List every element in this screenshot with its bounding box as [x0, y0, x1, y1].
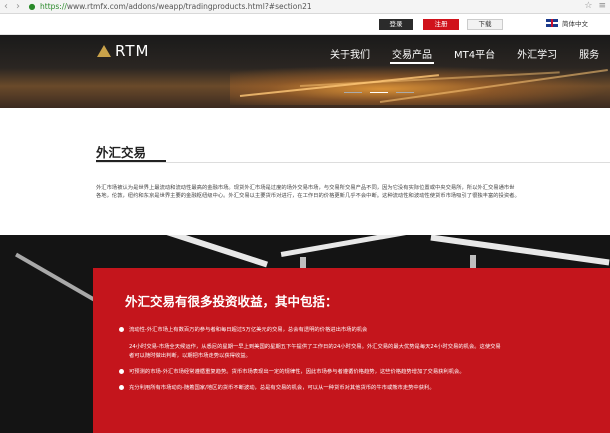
benefit-predictable-market: 可预测的市场-外汇市场经常遵循重复趋势。货币市场表现出一定的规律性，因此市场参与…: [129, 369, 465, 375]
bullet-icon: [119, 385, 124, 390]
nav-item-forex-learning[interactable]: 外汇学习: [517, 46, 557, 61]
benefit-market-moves: 充分利用所有市场动向-随着国家/地区的货币不断波动，总是有交易的机会，可以从一种…: [129, 385, 435, 391]
language-label: 简体中文: [562, 20, 588, 28]
intro-paragraph: 外汇市场被认为是世界上最流动和流动性最高的金融市场。现货外汇市场是过度的场外交易…: [96, 185, 520, 199]
url-field[interactable]: https://www.rtmfx.com/addons/weapp/tradi…: [40, 2, 312, 11]
slider-dot[interactable]: [396, 92, 414, 93]
nav-item-mt4-platform[interactable]: MT4平台: [454, 46, 495, 61]
register-button[interactable]: 注册: [423, 19, 459, 30]
logo-text: RTM: [115, 42, 150, 60]
bookmark-star-icon[interactable]: ☆: [584, 1, 592, 11]
page-title: 外汇交易: [96, 145, 147, 160]
panel-title: 外汇交易有很多投资收益，其中包括：: [125, 294, 338, 309]
forward-icon[interactable]: ›: [12, 1, 24, 13]
site-logo[interactable]: RTM: [97, 42, 149, 60]
menu-icon[interactable]: ≡: [598, 1, 606, 11]
uk-flag-icon: [546, 19, 558, 27]
divider: [96, 162, 610, 163]
logo-triangle-icon: [97, 45, 111, 57]
login-button[interactable]: 登录: [379, 19, 413, 30]
benefit-24h-trading: 24小时交易-市场全天候运作，从悉尼的星期一早上到美国的星期五下午提供了工作日的…: [129, 344, 501, 350]
language-selector[interactable]: 简体中文: [546, 18, 588, 28]
main-nav: 关于我们 交易产品 MT4平台 外汇学习 服务: [330, 46, 610, 64]
utility-bar: 登录 注册 下载 简体中文: [0, 14, 610, 35]
slider-dot[interactable]: [344, 92, 362, 93]
benefits-panel: 外汇交易有很多投资收益，其中包括： 流动性-外汇市场上有数百万的参与者和每日超过…: [93, 268, 610, 433]
slider-dot-active[interactable]: [370, 92, 388, 93]
back-icon[interactable]: ‹: [0, 1, 12, 13]
browser-address-bar: ‹ › ● https://www.rtmfx.com/addons/weapp…: [0, 0, 610, 14]
lock-icon: ●: [28, 2, 36, 11]
nav-item-services[interactable]: 服务: [579, 46, 599, 61]
main-content: 外汇交易 外汇市场被认为是世界上最流动和流动性最高的金融市场。现货外汇市场是过度…: [0, 108, 610, 235]
benefit-liquidity: 流动性-外汇市场上有数百万的参与者和每日超过5万亿美元的交易，总会有透明的价格进…: [129, 327, 368, 333]
nav-item-about[interactable]: 关于我们: [330, 46, 370, 61]
hero-banner: RTM 关于我们 交易产品 MT4平台 外汇学习 服务: [0, 35, 610, 108]
slider-indicators: [344, 92, 414, 93]
nav-item-trading-products[interactable]: 交易产品: [390, 46, 434, 64]
download-button[interactable]: 下载: [467, 19, 503, 30]
bullet-icon: [119, 327, 124, 332]
benefit-24h-trading-cont: 者可以随时做出判断，以期把市场走势以获得收益。: [129, 353, 251, 359]
bullet-icon: [119, 369, 124, 374]
